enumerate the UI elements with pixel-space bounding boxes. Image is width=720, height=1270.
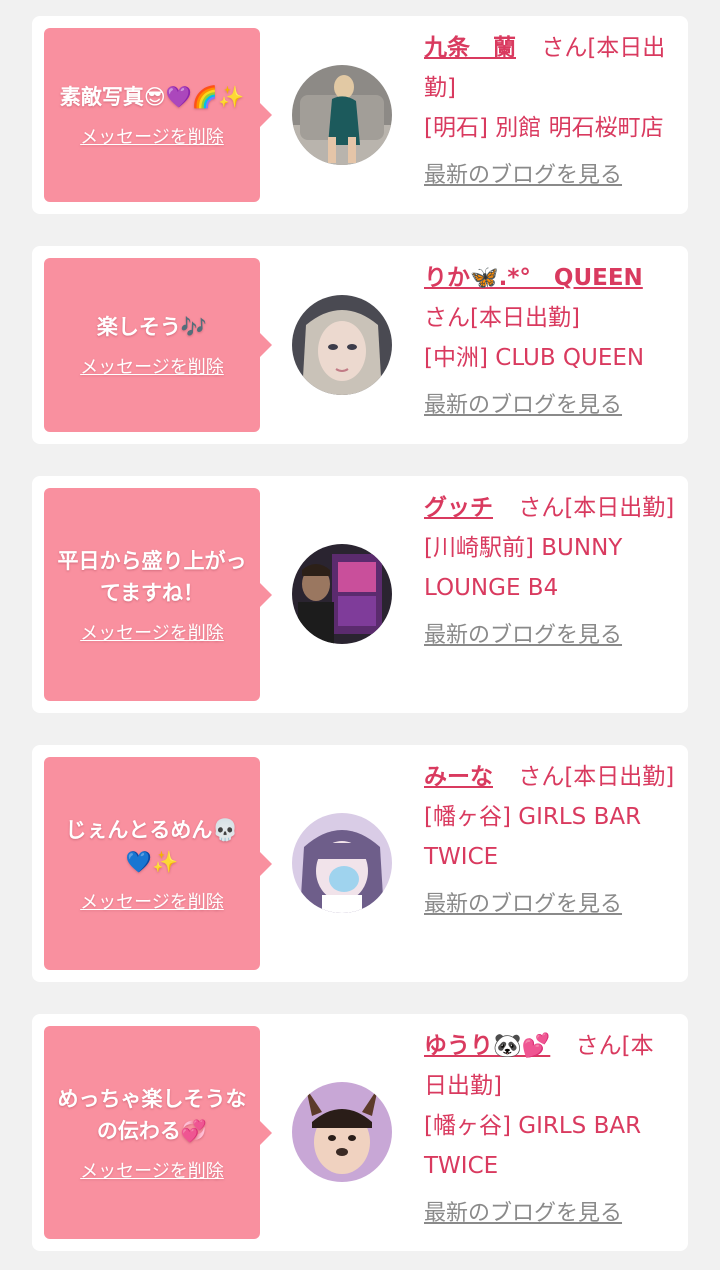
profile-name-link[interactable]: グッチ (424, 495, 493, 521)
shop-name: [明石] 別館 明石桜町店 (424, 115, 664, 141)
profile-info: グッチ さん[本日出勤] [川崎駅前] BUNNY LOUNGE B4 最新のブ… (424, 488, 676, 652)
avatar[interactable] (292, 544, 392, 644)
message-text: 平日から盛り上がってますね！ (57, 548, 247, 605)
attendance-status: さん[本日出勤] (518, 495, 675, 521)
latest-blog-link[interactable]: 最新のブログを見る (424, 889, 676, 921)
avatar[interactable] (292, 65, 392, 165)
avatar[interactable] (292, 295, 392, 395)
profile-info: 九条 蘭 さん[本日出勤] [明石] 別館 明石桜町店 最新のブログを見る (424, 28, 676, 192)
latest-blog-link[interactable]: 最新のブログを見る (424, 1198, 676, 1230)
avatar-photo (292, 1082, 392, 1182)
message-text: じぇんとるめん💀💙✨ (65, 817, 239, 874)
shop-name: [中洲] CLUB QUEEN (424, 345, 645, 371)
message-text: 楽しそう🎶 (96, 315, 208, 339)
avatar-photo (292, 295, 392, 395)
message-bubble: めっちゃ楽しそうなの伝わる💞 メッセージを削除 (44, 1026, 272, 1239)
delete-message-link[interactable]: メッセージを削除 (80, 888, 224, 914)
attendance-status: さん[本日出勤] (424, 305, 580, 331)
avatar-photo (292, 65, 392, 165)
shop-name: [川崎駅前] BUNNY LOUNGE B4 (424, 535, 623, 601)
profile-info: みーな さん[本日出勤] [幡ヶ谷] GIRLS BAR TWICE 最新のブロ… (424, 757, 676, 921)
profile-name-link[interactable]: みーな (424, 764, 493, 790)
delete-message-link[interactable]: メッセージを削除 (80, 619, 224, 645)
avatar-photo (292, 813, 392, 913)
avatar[interactable] (292, 1082, 392, 1182)
message-card: 素敵写真😎💜🌈✨ メッセージを削除 九条 蘭 さん[本日出勤] [明石] 別館 … (32, 16, 688, 214)
message-bubble: 平日から盛り上がってますね！ メッセージを削除 (44, 488, 272, 701)
profile-name-link[interactable]: りか🦋.*° QUEEN (424, 265, 643, 291)
latest-blog-link[interactable]: 最新のブログを見る (424, 620, 676, 652)
avatar-photo (292, 544, 392, 644)
profile-info: りか🦋.*° QUEEN さん[本日出勤] [中洲] CLUB QUEEN 最新… (424, 258, 676, 422)
message-text: 素敵写真😎💜🌈✨ (59, 85, 245, 109)
delete-message-link[interactable]: メッセージを削除 (80, 1157, 224, 1183)
profile-name-link[interactable]: 九条 蘭 (424, 35, 516, 61)
latest-blog-link[interactable]: 最新のブログを見る (424, 160, 676, 192)
message-bubble: じぇんとるめん💀💙✨ メッセージを削除 (44, 757, 272, 970)
message-card: めっちゃ楽しそうなの伝わる💞 メッセージを削除 ゆうり🐼💕 さん[本日出勤] [… (32, 1014, 688, 1251)
delete-message-link[interactable]: メッセージを削除 (80, 123, 224, 149)
latest-blog-link[interactable]: 最新のブログを見る (424, 390, 676, 422)
message-bubble: 楽しそう🎶 メッセージを削除 (44, 258, 272, 432)
message-card: じぇんとるめん💀💙✨ メッセージを削除 みーな さん[本日出勤] [幡ヶ谷] G… (32, 745, 688, 982)
message-card: 楽しそう🎶 メッセージを削除 りか🦋.*° QUEEN さん[本日出勤] [中洲… (32, 246, 688, 444)
shop-name: [幡ヶ谷] GIRLS BAR TWICE (424, 804, 642, 870)
attendance-status: さん[本日出勤] (518, 764, 675, 790)
shop-name: [幡ヶ谷] GIRLS BAR TWICE (424, 1113, 642, 1179)
avatar[interactable] (292, 813, 392, 913)
message-list: 素敵写真😎💜🌈✨ メッセージを削除 九条 蘭 さん[本日出勤] [明石] 別館 … (0, 0, 720, 1270)
delete-message-link[interactable]: メッセージを削除 (80, 353, 224, 379)
message-text: めっちゃ楽しそうなの伝わる💞 (57, 1086, 247, 1143)
message-bubble: 素敵写真😎💜🌈✨ メッセージを削除 (44, 28, 272, 202)
message-card: 平日から盛り上がってますね！ メッセージを削除 グッチ さん[本日出勤] [川崎… (32, 476, 688, 713)
profile-info: ゆうり🐼💕 さん[本日出勤] [幡ヶ谷] GIRLS BAR TWICE 最新の… (424, 1026, 676, 1230)
profile-name-link[interactable]: ゆうり🐼💕 (424, 1033, 550, 1059)
